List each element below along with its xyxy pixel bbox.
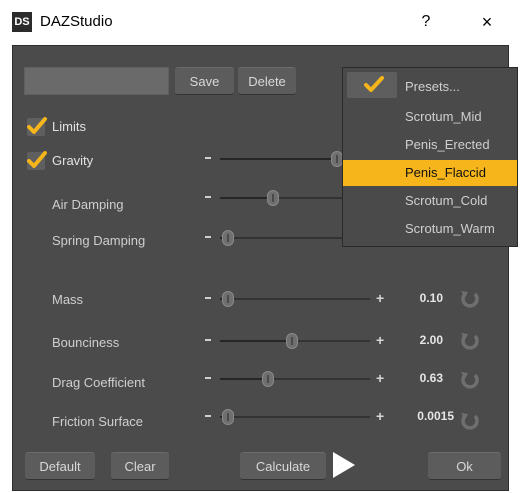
- bounciness-slider-handle[interactable]: [286, 333, 298, 349]
- air-damping-slider-handle[interactable]: [266, 190, 279, 206]
- help-button[interactable]: ?: [412, 10, 440, 34]
- slider-fill: [220, 378, 268, 380]
- ok-button[interactable]: Ok: [428, 452, 501, 480]
- checkmark-icon: [27, 117, 47, 134]
- limits-label: Limits: [52, 119, 86, 134]
- bounciness-label: Bounciness: [52, 335, 120, 350]
- air-damping-label: Air Damping: [52, 197, 124, 212]
- drag-coefficient-decrease-button[interactable]: [205, 377, 211, 379]
- preset-item-scrotum-cold[interactable]: Scrotum_Cold: [343, 188, 517, 214]
- window-title: DAZStudio: [40, 13, 113, 30]
- daz-logo-icon: DS: [12, 12, 32, 32]
- slider-fill: [220, 158, 337, 160]
- friction-surface-slider-handle[interactable]: [221, 409, 234, 425]
- calculate-button[interactable]: Calculate: [240, 452, 326, 480]
- preset-item-presets[interactable]: Presets...: [343, 74, 517, 100]
- spring-damping-slider-handle[interactable]: [221, 230, 234, 246]
- drag-coefficient-value[interactable]: 0.63: [383, 370, 443, 386]
- mass-value[interactable]: 0.10: [383, 290, 443, 306]
- gravity-checkbox[interactable]: [27, 151, 47, 170]
- slider-fill: [220, 197, 273, 199]
- friction-surface-slider-track[interactable]: [220, 416, 370, 418]
- mass-label: Mass: [52, 292, 84, 307]
- mass-slider-track[interactable]: [220, 298, 370, 300]
- bounciness-decrease-button[interactable]: [205, 339, 211, 341]
- preset-item-penis-flaccid[interactable]: Penis_Flaccid: [343, 160, 517, 186]
- preset-item-scrotum-warm[interactable]: Scrotum_Warm: [343, 216, 517, 242]
- presets-dropdown[interactable]: Presets... Scrotum_Mid Penis_Erected Pen…: [342, 67, 518, 247]
- title-bar: DS DAZStudio ? ×: [0, 0, 521, 45]
- preset-name-input[interactable]: [24, 67, 169, 95]
- mass-decrease-button[interactable]: [205, 297, 211, 299]
- default-button[interactable]: Default: [25, 452, 95, 480]
- drag-coefficient-slider-track[interactable]: [220, 378, 370, 380]
- preset-item-scrotum-mid[interactable]: Scrotum_Mid: [343, 104, 517, 130]
- drag-coefficient-label: Drag Coefficient: [52, 375, 145, 390]
- drag-coefficient-reset-icon[interactable]: [459, 369, 481, 391]
- preset-item-penis-erected[interactable]: Penis_Erected: [343, 132, 517, 158]
- bounciness-value[interactable]: 2.00: [383, 332, 443, 348]
- gravity-decrease-button[interactable]: [205, 157, 211, 159]
- close-button[interactable]: ×: [472, 10, 502, 34]
- checkmark-icon: [27, 151, 47, 168]
- gravity-label: Gravity: [52, 153, 94, 168]
- spring-damping-label: Spring Damping: [52, 233, 146, 248]
- friction-surface-reset-icon[interactable]: [459, 410, 481, 432]
- slider-fill: [220, 340, 292, 342]
- mass-slider-handle[interactable]: [221, 291, 234, 307]
- spring-damping-decrease-button[interactable]: [205, 236, 211, 238]
- air-damping-decrease-button[interactable]: [205, 196, 211, 198]
- bounciness-reset-icon[interactable]: [459, 330, 481, 352]
- delete-button[interactable]: Delete: [238, 67, 296, 95]
- limits-checkbox[interactable]: [27, 117, 47, 136]
- save-button[interactable]: Save: [175, 67, 234, 95]
- friction-surface-label: Friction Surface: [52, 414, 144, 429]
- play-icon[interactable]: [333, 452, 355, 478]
- mass-reset-icon[interactable]: [459, 288, 481, 310]
- friction-surface-increase-button[interactable]: +: [376, 409, 384, 423]
- clear-button[interactable]: Clear: [111, 452, 169, 480]
- drag-coefficient-slider-handle[interactable]: [262, 371, 274, 387]
- friction-surface-decrease-button[interactable]: [205, 415, 211, 417]
- friction-surface-value[interactable]: 0.0015: [394, 408, 454, 424]
